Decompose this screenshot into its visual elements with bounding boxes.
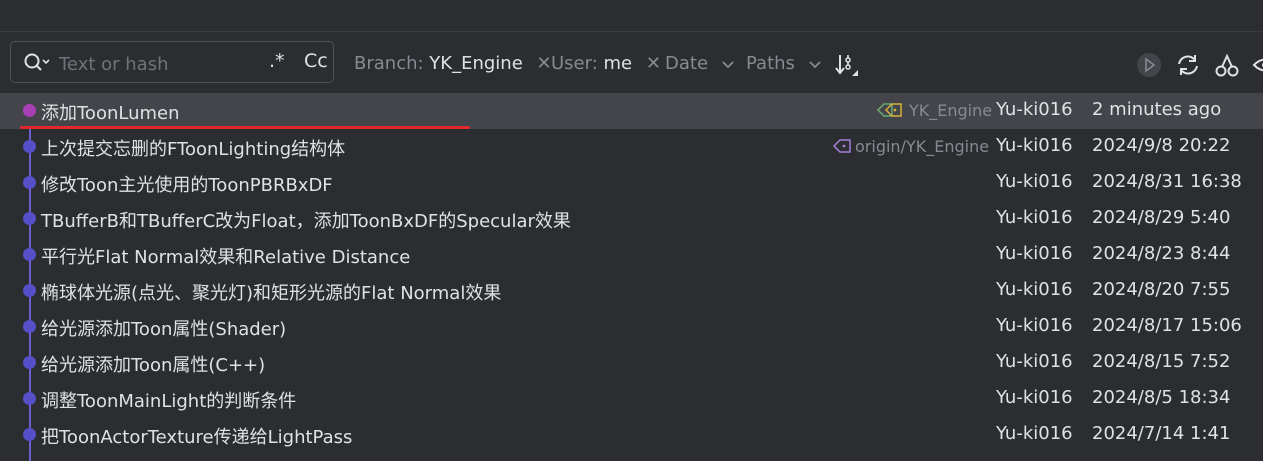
run-icon[interactable] <box>1136 52 1162 78</box>
match-case-toggle[interactable]: Cc <box>304 50 328 72</box>
chevron-down-icon <box>722 53 734 74</box>
commit-row[interactable]: 修改Toon主光使用的ToonPBRBxDF Yu-ki016 2024/8/3… <box>0 165 1263 201</box>
date-filter[interactable]: Date <box>665 53 734 74</box>
commit-dot <box>23 140 36 153</box>
user-filter-label: User: <box>551 53 598 74</box>
commit-author: Yu-ki016 <box>996 387 1073 408</box>
commit-row[interactable]: 平行光Flat Normal效果和Relative Distance Yu-ki… <box>0 237 1263 273</box>
commit-message: 给光源添加Toon属性(Shader) <box>41 319 287 340</box>
commit-author: Yu-ki016 <box>996 99 1073 120</box>
search-input[interactable] <box>57 50 261 78</box>
commit-author: Yu-ki016 <box>996 279 1073 300</box>
commit-dot <box>23 392 36 405</box>
commit-row[interactable]: 上次提交忘删的FToonLighting结构体 origin/YK_Engine… <box>0 129 1263 165</box>
commit-dot <box>23 320 36 333</box>
branch-tag: YK_Engine <box>876 101 992 120</box>
paths-filter[interactable]: Paths <box>746 53 821 74</box>
annotation-underline <box>20 126 470 129</box>
commit-message: 修改Toon主光使用的ToonPBRBxDF <box>41 175 333 196</box>
commit-message: 平行光Flat Normal效果和Relative Distance <box>41 247 411 268</box>
refresh-icon[interactable] <box>1175 52 1201 78</box>
commit-date: 2024/8/17 15:06 <box>1092 315 1242 336</box>
commit-date: 2024/7/14 1:41 <box>1092 423 1231 444</box>
commit-date: 2024/8/15 7:52 <box>1092 351 1231 372</box>
commit-row[interactable]: 椭球体光源(点光、聚光灯)和矩形光源的Flat Normal效果 Yu-ki01… <box>0 273 1263 309</box>
commit-author: Yu-ki016 <box>996 207 1073 228</box>
commit-message: 调整ToonMainLight的判断条件 <box>41 391 297 412</box>
eye-icon[interactable] <box>1252 52 1263 78</box>
commit-dot <box>23 428 36 441</box>
commit-date: 2024/8/20 7:55 <box>1092 279 1231 300</box>
search-icon[interactable] <box>23 52 51 74</box>
top-strip <box>0 0 1263 32</box>
cherry-pick-icon[interactable] <box>1214 52 1240 78</box>
commit-dot <box>23 176 36 189</box>
commit-row[interactable]: 给光源添加Toon属性(Shader) Yu-ki016 2024/8/17 1… <box>0 309 1263 345</box>
commit-date: 2024/8/5 18:34 <box>1092 387 1231 408</box>
search-box[interactable]: .* Cc <box>10 41 334 83</box>
commit-message: 上次提交忘删的FToonLighting结构体 <box>41 139 346 160</box>
paths-filter-label: Paths <box>746 53 795 74</box>
branch-tag: origin/YK_Engine <box>832 137 989 156</box>
branch-tag-label: YK_Engine <box>909 101 993 120</box>
commit-dot <box>23 248 36 261</box>
user-filter[interactable]: User: me ✕ <box>551 53 661 74</box>
commit-author: Yu-ki016 <box>996 423 1073 444</box>
commit-author: Yu-ki016 <box>996 351 1073 372</box>
commit-author: Yu-ki016 <box>996 171 1073 192</box>
commit-row[interactable]: 给光源添加Toon属性(C++) Yu-ki016 2024/8/15 7:52 <box>0 345 1263 381</box>
commit-date: 2024/9/8 20:22 <box>1092 135 1231 156</box>
commit-author: Yu-ki016 <box>996 135 1073 156</box>
close-icon[interactable]: ✕ <box>537 53 552 74</box>
commit-row[interactable]: TBufferB和TBufferC改为Float，添加ToonBxDF的Spec… <box>0 201 1263 237</box>
branch-filter-value: YK_Engine <box>429 53 523 74</box>
date-filter-label: Date <box>665 53 709 74</box>
branch-tag-label: origin/YK_Engine <box>855 137 990 156</box>
commit-dot <box>23 212 36 225</box>
commit-date: 2024/8/29 5:40 <box>1092 207 1231 228</box>
sort-icon[interactable] <box>834 52 860 78</box>
commit-row[interactable]: 调整ToonMainLight的判断条件 Yu-ki016 2024/8/5 1… <box>0 381 1263 417</box>
commit-row[interactable]: 添加ToonLumen YK_Engine Yu-ki016 2 minutes… <box>0 93 1263 129</box>
tag-icon <box>876 103 902 117</box>
commit-dot <box>23 284 36 297</box>
commit-message: 给光源添加Toon属性(C++) <box>41 355 266 376</box>
close-icon[interactable]: ✕ <box>646 53 661 74</box>
commit-date: 2024/8/31 16:38 <box>1092 171 1242 192</box>
commit-row[interactable]: 把ToonActorTexture传递给LightPass Yu-ki016 2… <box>0 417 1263 453</box>
chevron-down-icon <box>809 53 821 74</box>
commit-message: 把ToonActorTexture传递给LightPass <box>41 427 353 448</box>
commit-dot <box>23 356 36 369</box>
tag-icon <box>832 139 851 153</box>
commit-message: TBufferB和TBufferC改为Float，添加ToonBxDF的Spec… <box>41 211 571 232</box>
commit-author: Yu-ki016 <box>996 243 1073 264</box>
commit-date: 2 minutes ago <box>1092 99 1222 120</box>
commit-message: 椭球体光源(点光、聚光灯)和矩形光源的Flat Normal效果 <box>41 283 502 304</box>
branch-filter-label: Branch: <box>354 53 424 74</box>
commit-message: 添加ToonLumen <box>41 103 180 124</box>
log-toolbar: .* Cc Branch: YK_Engine ✕ User: me ✕ Dat… <box>0 32 1263 92</box>
branch-filter[interactable]: Branch: YK_Engine ✕ <box>354 53 552 74</box>
commit-list: 添加ToonLumen YK_Engine Yu-ki016 2 minutes… <box>0 92 1263 461</box>
commit-author: Yu-ki016 <box>996 315 1073 336</box>
commit-dot <box>23 104 36 117</box>
regex-toggle[interactable]: .* <box>269 50 285 72</box>
user-filter-value: me <box>603 53 633 74</box>
commit-date: 2024/8/23 8:44 <box>1092 243 1231 264</box>
